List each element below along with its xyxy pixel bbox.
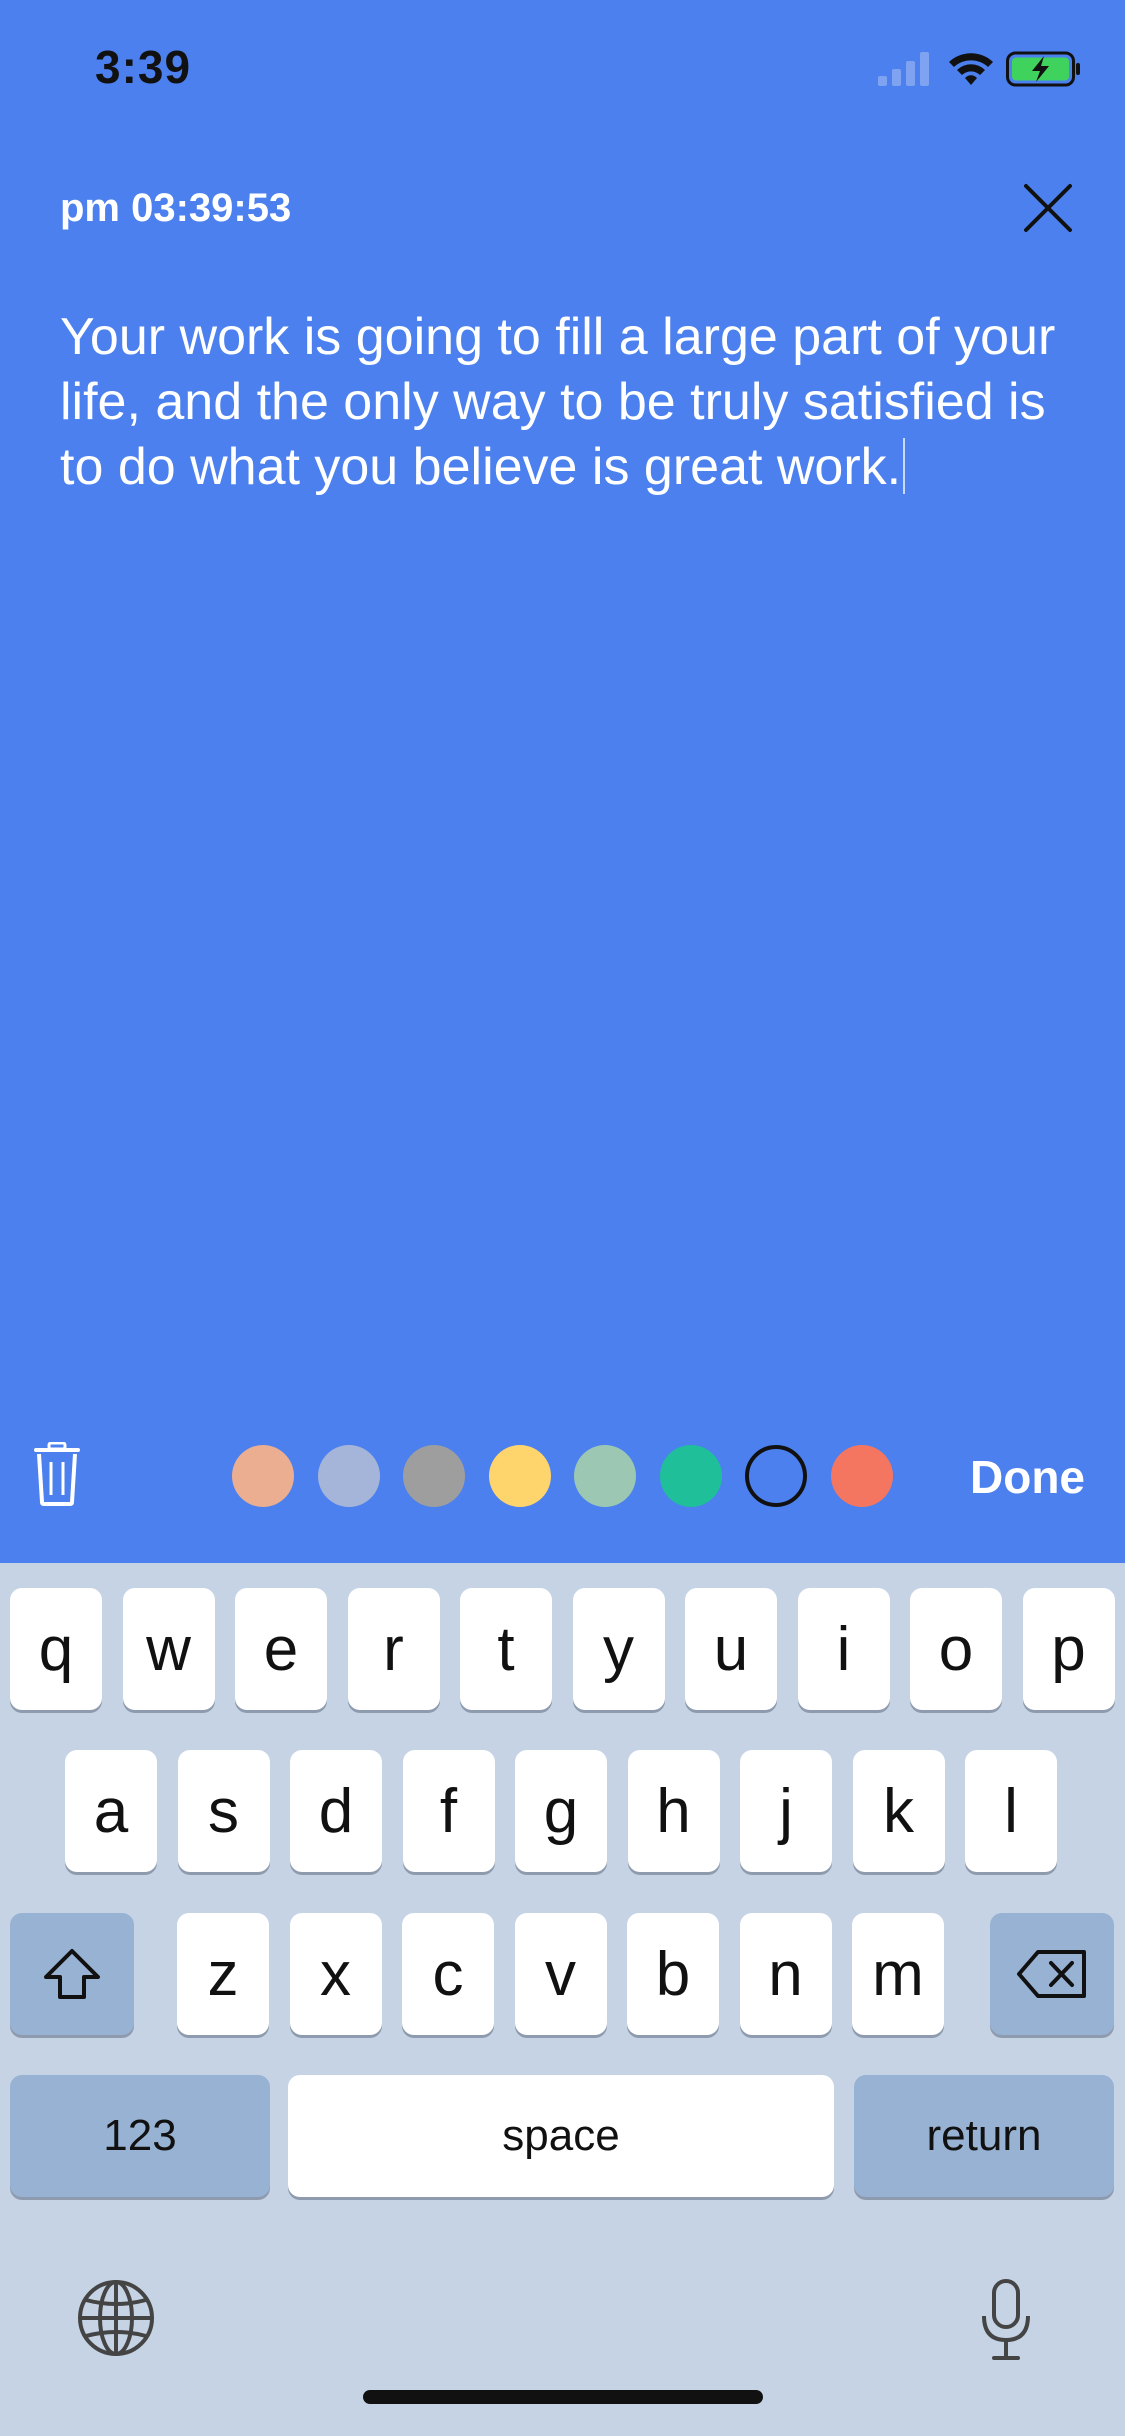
return-key[interactable]: return xyxy=(854,2075,1114,2197)
color-swatch[interactable] xyxy=(659,1445,722,1507)
key-g[interactable]: g xyxy=(515,1750,607,1872)
backspace-icon xyxy=(1017,1950,1086,1998)
key-x[interactable]: x xyxy=(289,1913,382,2035)
key-k[interactable]: k xyxy=(852,1750,945,1872)
keyboard: qwertyuiop asdfghjkl zxcvbnm 123 space r… xyxy=(0,1563,1125,2436)
key-w[interactable]: w xyxy=(122,1588,215,1710)
key-n[interactable]: n xyxy=(739,1913,832,2035)
key-v[interactable]: v xyxy=(514,1913,607,2035)
key-a[interactable]: a xyxy=(65,1750,157,1872)
wifi-icon xyxy=(949,53,993,85)
key-f[interactable]: f xyxy=(402,1750,495,1872)
numbers-key[interactable]: 123 xyxy=(10,2075,270,2197)
key-b[interactable]: b xyxy=(627,1913,719,2035)
key-h[interactable]: h xyxy=(627,1750,720,1872)
signal-icon xyxy=(878,52,929,86)
key-y[interactable]: y xyxy=(572,1588,665,1710)
color-swatch[interactable] xyxy=(403,1445,465,1507)
note-text: Your work is going to fill a large part … xyxy=(60,308,1056,496)
shift-icon xyxy=(44,1949,100,1999)
key-o[interactable]: o xyxy=(910,1588,1002,1710)
key-t[interactable]: t xyxy=(460,1588,552,1710)
editor-toolbar: Done xyxy=(0,1410,1125,1540)
trash-icon[interactable] xyxy=(32,1442,82,1506)
key-z[interactable]: z xyxy=(177,1913,269,2035)
status-bar: 3:39 xyxy=(0,0,1125,140)
color-swatch[interactable] xyxy=(574,1445,636,1507)
key-j[interactable]: j xyxy=(740,1750,832,1872)
shift-key[interactable] xyxy=(10,1913,134,2035)
note-text-editor[interactable]: Your work is going to fill a large part … xyxy=(60,305,1070,500)
key-l[interactable]: l xyxy=(965,1750,1057,1872)
key-r[interactable]: r xyxy=(347,1588,440,1710)
color-swatch[interactable] xyxy=(317,1445,380,1507)
globe-icon[interactable] xyxy=(76,2278,156,2358)
microphone-icon[interactable] xyxy=(978,2278,1034,2362)
key-m[interactable]: m xyxy=(852,1913,944,2035)
key-e[interactable]: e xyxy=(235,1588,327,1710)
status-time: 3:39 xyxy=(95,41,192,93)
text-caret xyxy=(903,438,906,494)
key-s[interactable]: s xyxy=(177,1750,270,1872)
battery-charging-icon xyxy=(1006,51,1080,87)
note-timestamp: pm 03:39:53 xyxy=(60,186,292,230)
color-swatch[interactable] xyxy=(830,1445,893,1507)
space-key[interactable]: space xyxy=(288,2075,834,2197)
key-q[interactable]: q xyxy=(10,1588,102,1710)
backspace-key[interactable] xyxy=(990,1913,1114,2035)
color-swatch[interactable] xyxy=(232,1445,294,1507)
key-u[interactable]: u xyxy=(685,1588,777,1710)
close-icon[interactable] xyxy=(1020,180,1076,236)
color-swatch[interactable] xyxy=(745,1445,807,1507)
key-d[interactable]: d xyxy=(290,1750,382,1872)
home-indicator xyxy=(363,2390,763,2404)
key-i[interactable]: i xyxy=(797,1588,890,1710)
color-swatch[interactable] xyxy=(488,1445,551,1507)
key-p[interactable]: p xyxy=(1022,1588,1115,1710)
done-button[interactable]: Done xyxy=(970,1450,1085,1504)
key-c[interactable]: c xyxy=(402,1913,494,2035)
